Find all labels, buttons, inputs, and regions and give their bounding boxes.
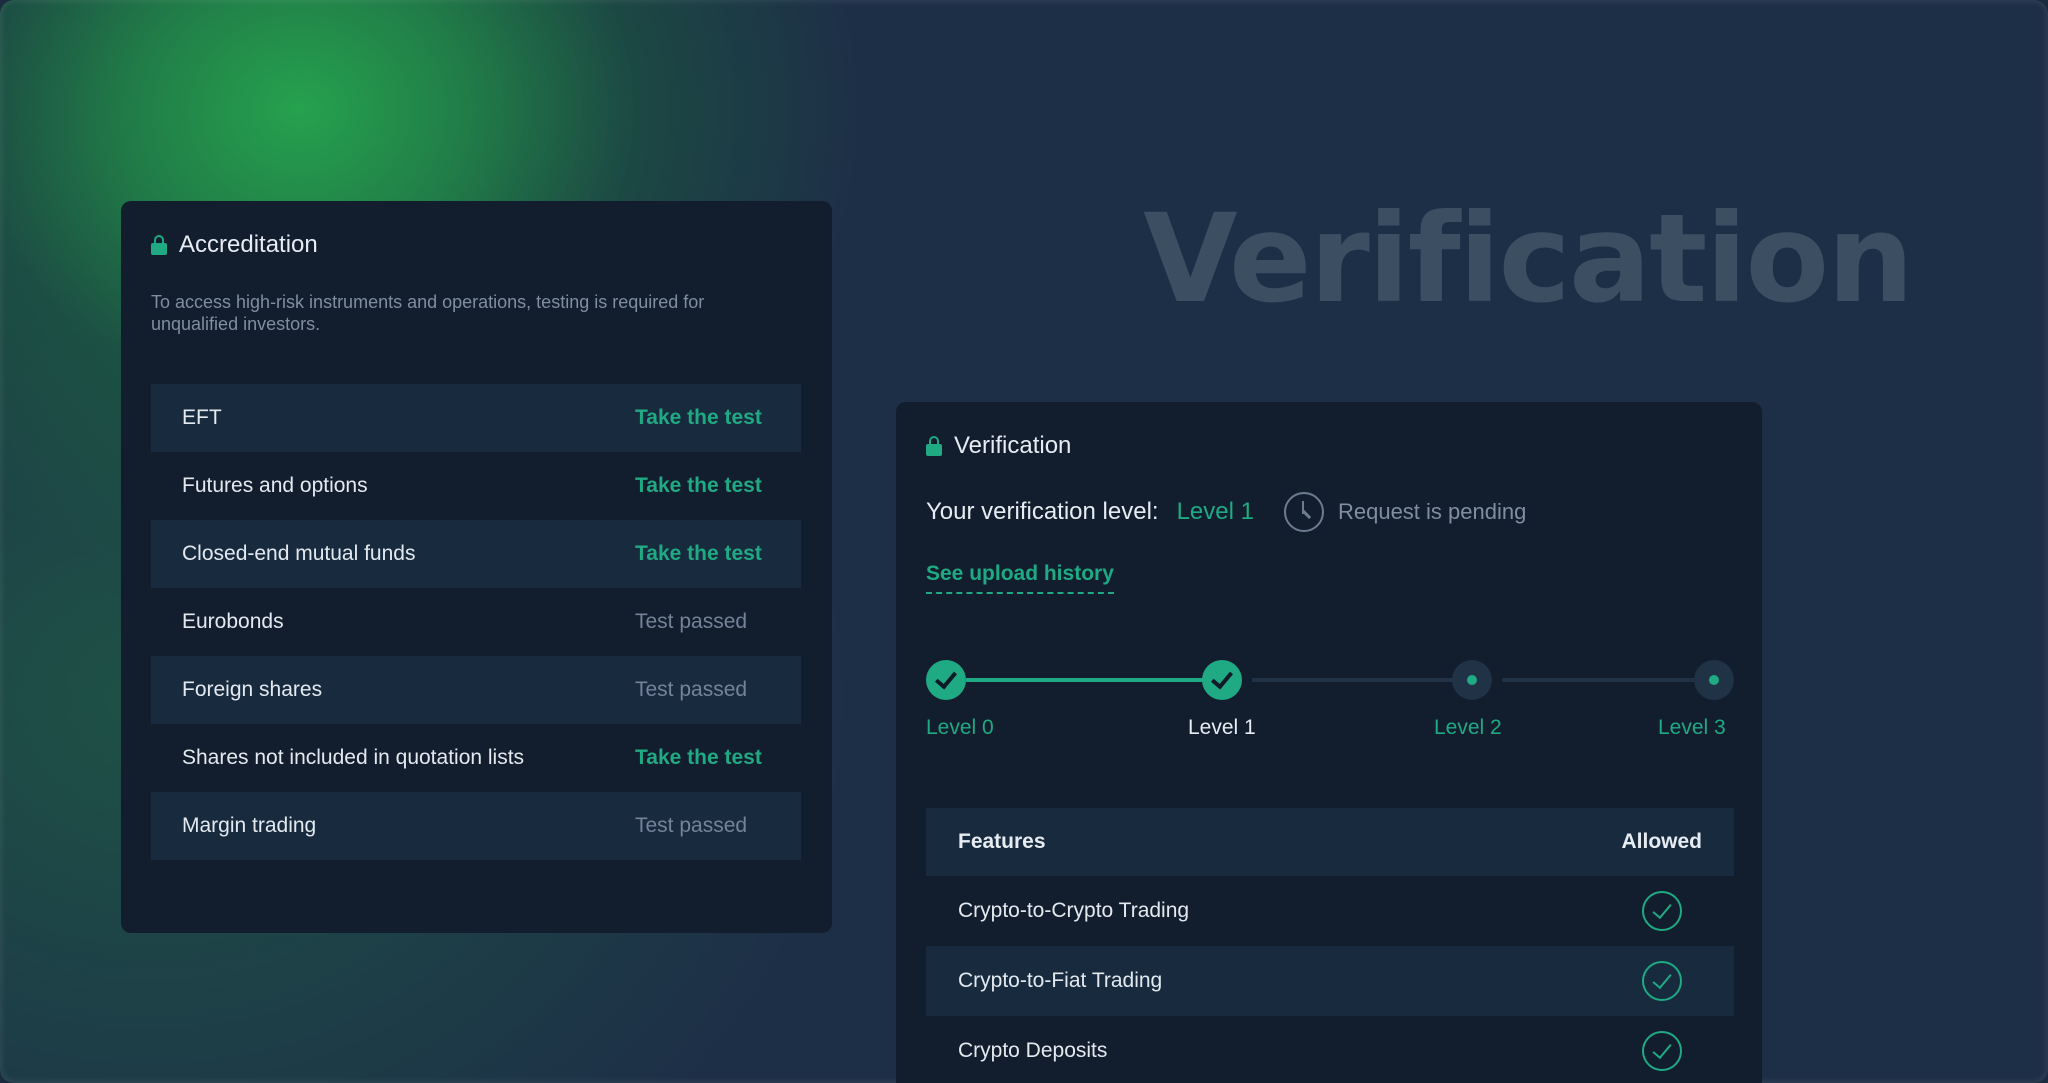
lock-icon [926,436,942,456]
verification-header: Verification [926,432,1071,460]
list-item: Foreign shares Test passed [151,656,801,724]
feature-name: Crypto-to-Fiat Trading [958,969,1163,992]
list-item: Futures and options Take the test [151,452,801,520]
features-column-header: Features [958,830,1046,853]
stepper-track-complete [966,678,1212,682]
list-item: Eurobonds Test passed [151,588,801,656]
clock-icon [1283,492,1324,532]
lock-icon [151,235,167,255]
instrument-label: Margin trading [182,814,317,837]
table-row: Crypto-to-Crypto Trading [926,876,1734,946]
status-text: Request is pending [1337,499,1527,524]
features-table: Features Allowed Crypto-to-Crypto Tradin… [926,808,1734,1083]
table-row: Crypto Deposits [926,1016,1734,1083]
accreditation-card: Accreditation To access high-risk instru… [121,201,832,933]
verification-level-value: Level 1 [1176,498,1254,525]
accreditation-description: To access high-risk instruments and oper… [151,292,705,334]
instrument-label: Closed-end mutual funds [182,542,416,565]
feature-name: Crypto-to-Crypto Trading [958,899,1190,922]
stepper-track [1502,678,1694,682]
allowed-column-header: Allowed [1621,830,1702,853]
feature-name: Crypto Deposits [958,1039,1108,1062]
test-passed-status: Test passed [635,610,748,633]
accreditation-list: EFT Take the test Futures and options Ta… [151,384,801,860]
list-item: Closed-end mutual funds Take the test [151,520,801,588]
features-table-header: Features Allowed [926,808,1734,876]
instrument-label: Shares not included in quotation lists [182,746,525,769]
check-circle-icon [1642,961,1682,1001]
take-test-link[interactable]: Take the test [635,542,770,566]
take-test-link[interactable]: Take the test [635,474,770,498]
hero-title: Verification [1143,188,1914,330]
list-item: Shares not included in quotation lists T… [151,724,801,792]
stepper-track [1252,678,1462,682]
check-circle-icon [1642,1031,1682,1071]
table-row: Crypto-to-Fiat Trading [926,946,1734,1016]
list-item: Margin trading Test passed [151,792,801,860]
instrument-label: EFT [182,406,222,429]
take-test-link[interactable]: Take the test [635,406,770,430]
accreditation-header: Accreditation [151,231,318,259]
step-label: Level 0 [926,716,994,739]
step-0-check-icon [926,660,966,700]
step-label: Level 1 [1188,716,1256,739]
level-stepper: Level 0 Level 1 Level 2 Level 3 [926,656,1734,746]
accreditation-title: Accreditation [179,231,318,258]
list-item: EFT Take the test [151,384,801,452]
test-passed-status: Test passed [635,678,748,701]
upload-history-link[interactable]: See upload history [926,562,1114,594]
verification-level-label: Your verification level: [926,498,1159,525]
instrument-label: Futures and options [182,474,368,497]
verification-title: Verification [954,432,1072,459]
step-label: Level 3 [1658,716,1726,739]
test-passed-status: Test passed [635,814,748,837]
check-circle-icon [1642,891,1682,931]
instrument-label: Foreign shares [182,678,323,701]
step-1-check-icon [1202,660,1242,700]
instrument-label: Eurobonds [182,610,284,633]
step-label: Level 2 [1434,716,1502,739]
step-2-dot-icon [1452,660,1492,700]
take-test-link[interactable]: Take the test [635,746,770,770]
step-3-dot-icon [1694,660,1734,700]
verification-level-line: Your verification level: Level 1 Request… [926,492,1526,532]
verification-card: Verification Your verification level: Le… [896,402,1762,1083]
